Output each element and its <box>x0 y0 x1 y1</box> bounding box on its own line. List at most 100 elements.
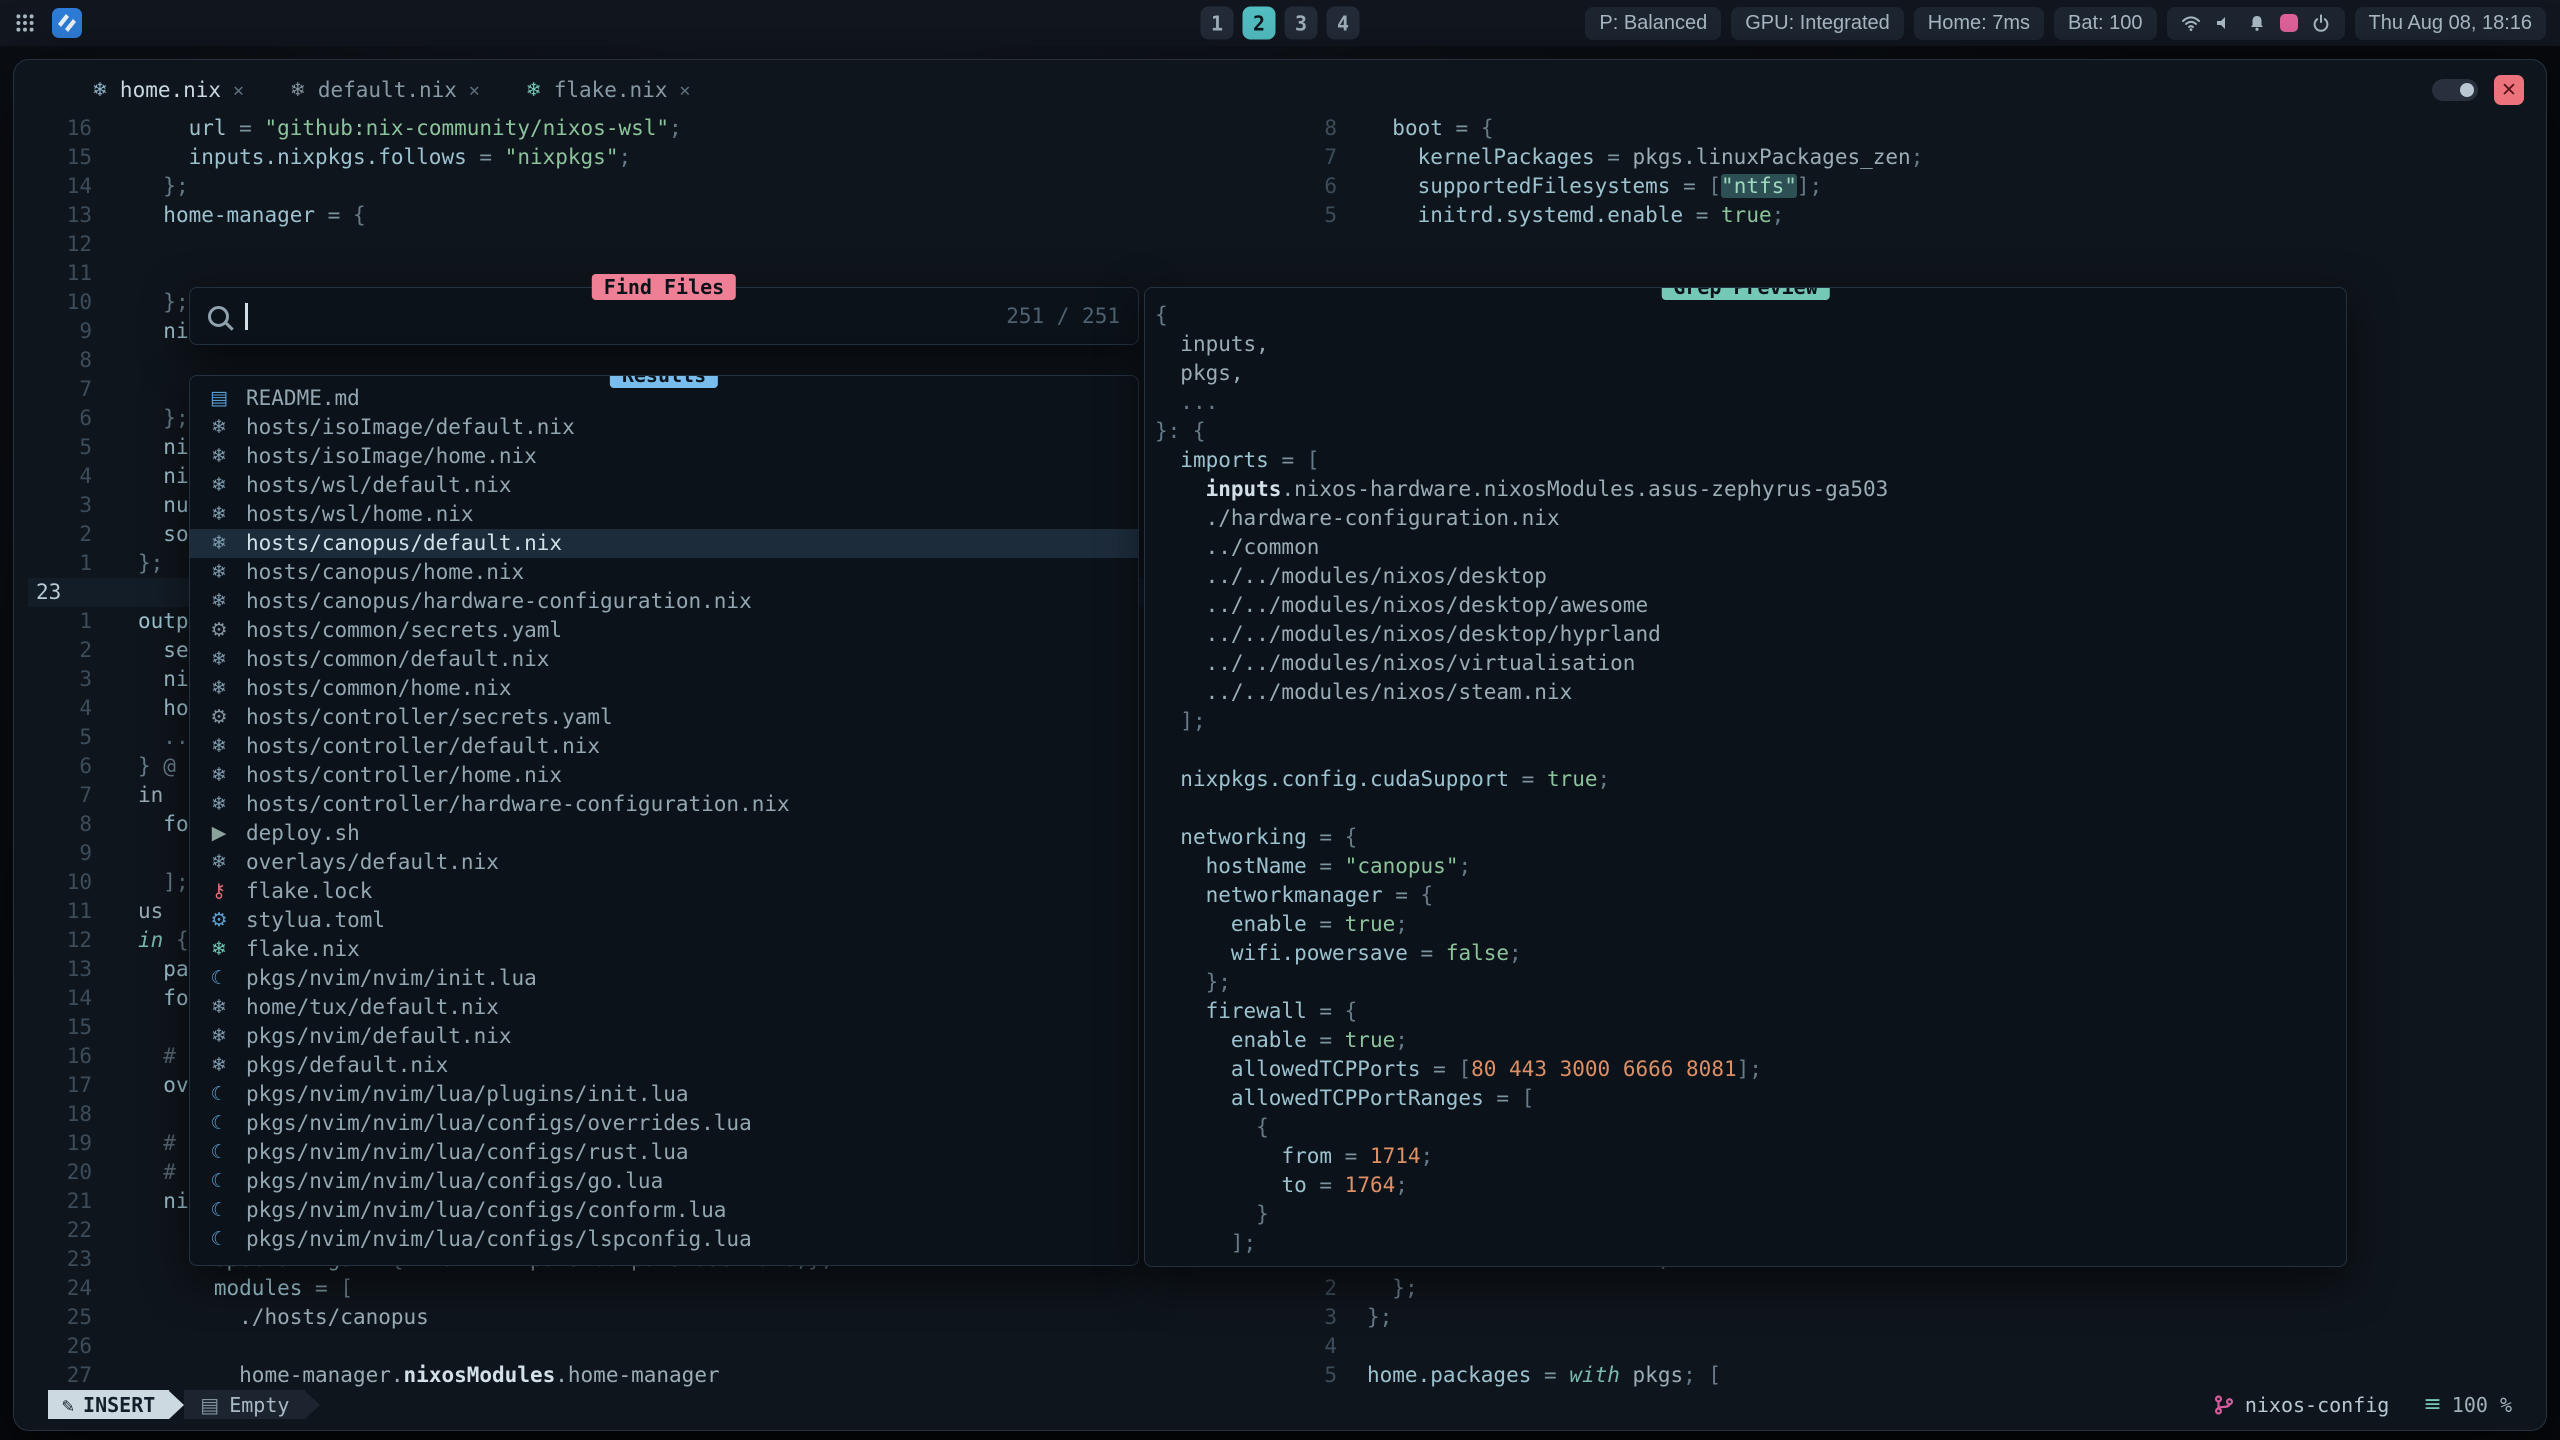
workspace-button[interactable]: 3 <box>1285 7 1318 40</box>
top-bar: 1234 P: Balanced GPU: Integrated Home: 7… <box>0 0 2560 46</box>
launcher-icon[interactable] <box>14 12 36 34</box>
workspace-switcher: 1234 <box>1201 7 1360 40</box>
nix-icon: ❄ <box>206 587 232 616</box>
finder-item[interactable]: ❄hosts/isoImage/default.nix <box>190 413 1138 442</box>
finder-item[interactable]: ☾pkgs/nvim/nvim/lua/configs/overrides.lu… <box>190 1109 1138 1138</box>
finder-item[interactable]: ⚷flake.lock <box>190 877 1138 906</box>
line-number: 14 <box>28 172 92 201</box>
finder-item[interactable]: ❄hosts/common/home.nix <box>190 674 1138 703</box>
finder-item[interactable]: ☾pkgs/nvim/nvim/init.lua <box>190 964 1138 993</box>
nix-icon: ❄ <box>206 529 232 558</box>
grep-preview-popup: Grep Preview { inputs, pkgs, ...}: { imp… <box>1144 287 2347 1267</box>
finder-item[interactable]: ⚙hosts/controller/secrets.yaml <box>190 703 1138 732</box>
code-line: inputs.nixos-hardware.nixosModules.asus-… <box>1155 475 2346 504</box>
finder-item[interactable]: ⚙hosts/common/secrets.yaml <box>190 616 1138 645</box>
finder-item[interactable]: ❄hosts/common/default.nix <box>190 645 1138 674</box>
finder-item[interactable]: ❄hosts/canopus/home.nix <box>190 558 1138 587</box>
line-number: 11 <box>28 897 92 926</box>
finder-item[interactable]: ❄overlays/default.nix <box>190 848 1138 877</box>
code-line: pkgs, <box>1155 359 2346 388</box>
code-line: imports = [ <box>1155 446 2346 475</box>
finder-item[interactable]: ☾ pkgs/nvim/nvim/lua/plugins/init.lua <box>190 1080 1138 1109</box>
line-number: 2 <box>28 520 92 549</box>
finder-item-name: hosts/controller/secrets.yaml <box>246 703 613 732</box>
finder-item-name: hosts/isoImage/home.nix <box>246 442 537 471</box>
tab-close-icon[interactable]: ✕ <box>233 80 244 101</box>
line-number: 21 <box>28 1187 92 1216</box>
finder-item[interactable]: ❄hosts/controller/home.nix <box>190 761 1138 790</box>
code-line: }: { <box>1155 417 2346 446</box>
line-number: 7 <box>28 375 92 404</box>
line-number: 6 <box>28 752 92 781</box>
code-line: { <box>1155 301 2346 330</box>
nix-icon: ❄ <box>206 442 232 471</box>
nix-icon: ❄ <box>206 500 232 529</box>
code-line: ./hardware-configuration.nix <box>1155 504 2346 533</box>
finder-item[interactable]: ❄ hosts/isoImage/home.nix <box>190 442 1138 471</box>
finder-item[interactable]: ❄ hosts/canopus/hardware-configuration.ni… <box>190 587 1138 616</box>
finder-item-name: pkgs/nvim/nvim/lua/configs/conform.lua <box>246 1196 726 1225</box>
finder-item[interactable]: ❄hosts/wsl/home.nix <box>190 500 1138 529</box>
lua-icon: ☾ <box>206 1080 232 1109</box>
finder-item[interactable]: ❄hosts/canopus/default.nix <box>190 529 1138 558</box>
code-line: 25 ./hosts/canopus <box>28 1303 1233 1332</box>
top-bar-left <box>14 8 82 38</box>
window-close-button[interactable]: ✕ <box>2494 75 2524 105</box>
results-popup: Results ▤README.md❄hosts/isoImage/defaul… <box>189 375 1139 1266</box>
power-profile-module: P: Balanced <box>1585 7 1721 40</box>
tab-flake-nix[interactable]: ❄ flake.nix ✕ <box>526 78 691 102</box>
finder-item[interactable]: ▤README.md <box>190 384 1138 413</box>
line-number: 11 <box>28 259 92 288</box>
finder-item[interactable]: ❄pkgs/default.nix <box>190 1051 1138 1080</box>
finder-item[interactable]: ❄hosts/wsl/default.nix <box>190 471 1138 500</box>
find-files-popup: Find Files 251 / 251 <box>189 287 1139 345</box>
window-toggle-button[interactable] <box>2432 79 2478 101</box>
line-number: 5 <box>28 433 92 462</box>
finder-item[interactable]: ⚙stylua.toml <box>190 906 1138 935</box>
finder-item[interactable]: ☾pkgs/nvim/nvim/lua/configs/lspconfig.lu… <box>190 1225 1138 1254</box>
finder-item-name: hosts/canopus/hardware-configuration.nix <box>246 587 752 616</box>
sh-icon: ▶ <box>206 819 232 848</box>
line-number: 12 <box>28 926 92 955</box>
tab-default-nix[interactable]: ❄ default.nix ✕ <box>290 78 480 102</box>
finder-item-name: hosts/controller/home.nix <box>246 761 562 790</box>
line-number: 27 <box>28 1361 92 1390</box>
finder-item[interactable]: ❄pkgs/nvim/default.nix <box>190 1022 1138 1051</box>
finder-item-name: hosts/common/secrets.yaml <box>246 616 562 645</box>
finder-item[interactable]: ❄home/tux/default.nix <box>190 993 1138 1022</box>
line-number: 5 <box>28 723 92 752</box>
tab-close-icon[interactable]: ✕ <box>679 80 690 101</box>
workspace-button[interactable]: 1 <box>1201 7 1234 40</box>
finder-item[interactable]: ❄hosts/controller/default.nix <box>190 732 1138 761</box>
close-icon: ✕ <box>2501 79 2517 101</box>
nix-icon: ❄ <box>526 79 542 101</box>
finder-item-name: pkgs/nvim/nvim/lua/plugins/init.lua <box>246 1080 689 1109</box>
finder-item[interactable]: ☾pkgs/nvim/nvim/lua/configs/conform.lua <box>190 1196 1138 1225</box>
line-number: 6 <box>28 404 92 433</box>
results-count: 251 / 251 <box>1006 302 1120 331</box>
finder-item[interactable]: ▶deploy.sh <box>190 819 1138 848</box>
latency-module: Home: 7ms <box>1914 7 2044 40</box>
finder-item-name: pkgs/default.nix <box>246 1051 448 1080</box>
workspace-button[interactable]: 4 <box>1327 7 1360 40</box>
finder-item[interactable]: ❄flake.nix <box>190 935 1138 964</box>
finder-item[interactable]: ☾pkgs/nvim/nvim/lua/configs/rust.lua <box>190 1138 1138 1167</box>
code-line: networking = { <box>1155 823 2346 852</box>
code-line: { <box>1155 1113 2346 1142</box>
lua-icon: ☾ <box>206 1109 232 1138</box>
code-line: enable = true; <box>1155 910 2346 939</box>
workspace-button[interactable]: 2 <box>1243 7 1276 40</box>
line-number: 8 <box>28 346 92 375</box>
code-line: 5 initrd.systemd.enable = true; <box>1273 201 2546 230</box>
finder-item[interactable]: ☾pkgs/nvim/nvim/lua/configs/go.lua <box>190 1167 1138 1196</box>
code-line: firewall = { <box>1155 997 2346 1026</box>
finder-item[interactable]: ❄hosts/controller/hardware-configuration… <box>190 790 1138 819</box>
line-number: 24 <box>28 1274 92 1303</box>
code-line: ../../modules/nixos/desktop <box>1155 562 2346 591</box>
tab-close-icon[interactable]: ✕ <box>469 80 480 101</box>
code-line: 4 <box>1273 1332 2546 1361</box>
line-number: 1 <box>28 607 92 636</box>
finder-item-name: hosts/common/default.nix <box>246 645 549 674</box>
tab-home-nix[interactable]: ❄ home.nix ✕ <box>92 78 244 102</box>
nix-icon: ❄ <box>206 674 232 703</box>
